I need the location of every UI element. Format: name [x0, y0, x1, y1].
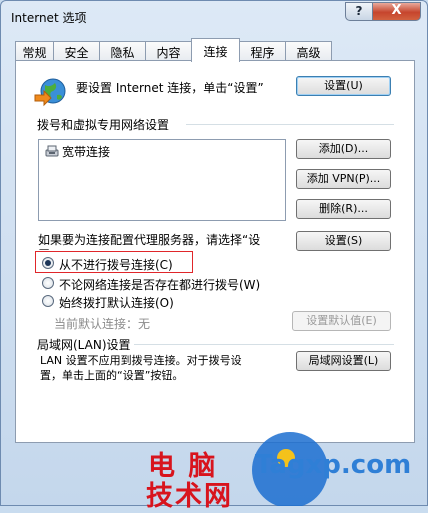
lan-settings-button[interactable]: 局域网设置(L) — [296, 351, 391, 371]
watermark-cn-line2: 技术网 — [146, 481, 233, 512]
always-dial-label[interactable]: 不论网络连接是否存在都进行拨号(W) — [59, 276, 260, 293]
delete-button[interactable]: 删除(R)... — [296, 199, 391, 219]
never-dial-radio[interactable] — [42, 257, 54, 269]
lan-text-line2: 置，单击上面的“设置”按钮。 — [40, 369, 184, 382]
dialup-connection-list[interactable]: 宽带连接 — [38, 139, 286, 221]
setup-text: 要设置 Internet 连接，单击“设置” — [76, 81, 264, 95]
lan-text-line1: LAN 设置不应用到拨号连接。对于拨号设 — [40, 354, 242, 367]
internet-options-window: Internet 选项 ? X 常规 安全 隐私 内容 连接 程序 高级 要设置… — [0, 0, 428, 506]
add-button[interactable]: 添加(D)... — [296, 139, 391, 159]
window-title: Internet 选项 — [11, 11, 87, 25]
dial-default-radio[interactable] — [42, 295, 54, 307]
add-vpn-button[interactable]: 添加 VPN(P)... — [296, 169, 391, 189]
proxy-settings-button[interactable]: 设置(S) — [296, 231, 391, 251]
current-default-label: 当前默认连接：无 — [54, 317, 151, 331]
tab-content[interactable]: 内容 — [145, 41, 192, 61]
dialup-header: 拨号和虚拟专用网络设置 — [37, 118, 170, 132]
never-dial-label[interactable]: 从不进行拨号连接(C) — [59, 256, 173, 273]
always-dial-radio[interactable] — [42, 277, 54, 289]
globe-connection-icon — [34, 78, 66, 107]
lan-text: LAN 设置不应用到拨号连接。对于拨号设 置，单击上面的“设置”按钮。 — [40, 353, 242, 383]
dialup-divider — [186, 124, 394, 125]
close-button[interactable]: X — [372, 2, 421, 21]
tab-programs[interactable]: 程序 — [239, 41, 286, 61]
tab-privacy[interactable]: 隐私 — [99, 41, 146, 61]
list-item[interactable]: 宽带连接 — [42, 143, 162, 159]
dial-default-label[interactable]: 始终拨打默认连接(O) — [59, 294, 174, 311]
tab-connections[interactable]: 连接 — [191, 38, 240, 62]
setup-button[interactable]: 设置(U) — [296, 76, 391, 96]
tab-general[interactable]: 常规 — [15, 41, 54, 61]
title-bar[interactable]: Internet 选项 ? X — [1, 1, 427, 31]
connections-panel: 要设置 Internet 连接，单击“设置” 设置(U) 拨号和虚拟专用网络设置… — [15, 60, 415, 443]
lan-header: 局域网(LAN)设置 — [37, 338, 131, 352]
tab-security[interactable]: 安全 — [53, 41, 100, 61]
broadband-connection-icon — [45, 145, 59, 157]
watermark-en: Tagxp.com — [255, 450, 412, 480]
tab-advanced[interactable]: 高级 — [285, 41, 332, 61]
help-button[interactable]: ? — [345, 2, 373, 21]
proxy-text: 如果要为连接配置代理服务器，请选择“设置”。 — [38, 233, 261, 250]
set-default-button[interactable]: 设置默认值(E) — [292, 311, 391, 331]
list-item-label: 宽带连接 — [62, 145, 111, 159]
lan-divider — [134, 344, 394, 345]
